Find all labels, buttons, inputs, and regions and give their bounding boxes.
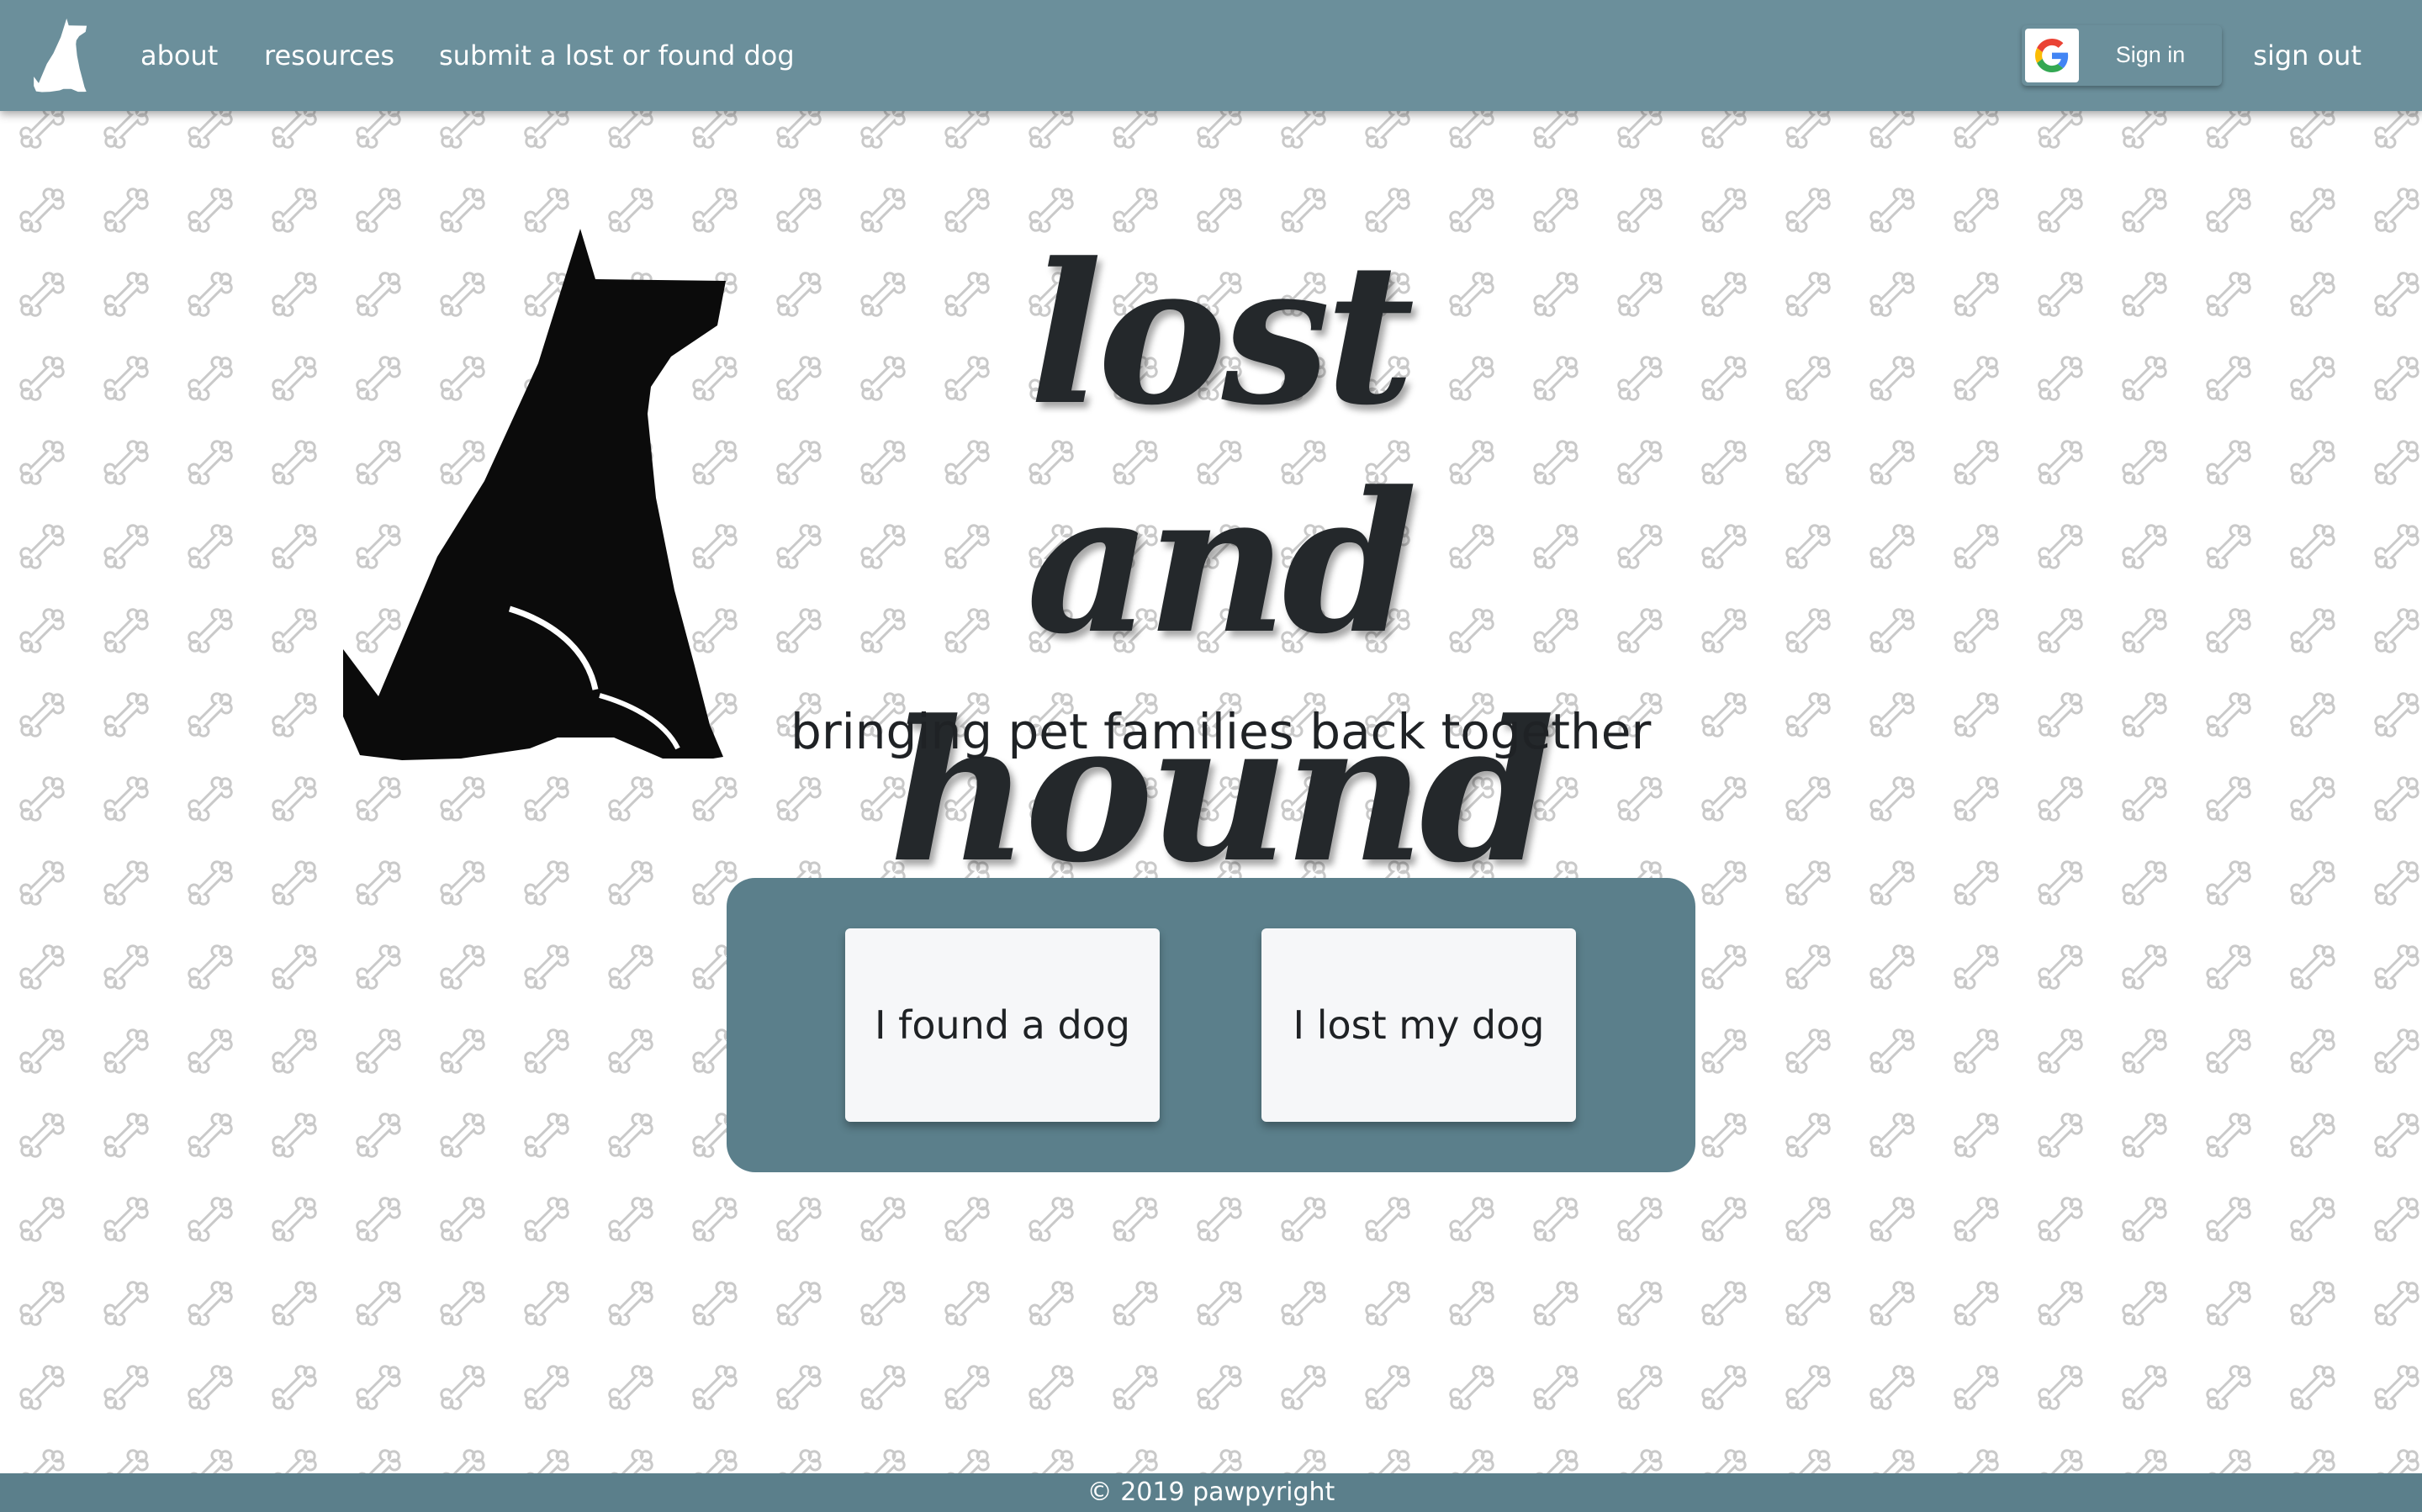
hero-tagline: bringing pet families back together [791, 703, 1652, 760]
nav-link-submit[interactable]: submit a lost or found dog [439, 0, 795, 111]
nav-link-resources[interactable]: resources [264, 0, 394, 111]
google-sign-in-label: Sign in [2115, 42, 2186, 67]
dog-silhouette-icon [34, 19, 87, 93]
nav-link-about[interactable]: about [140, 0, 218, 111]
footer: © 2019 pawpyright [0, 1473, 2422, 1512]
hero-title-line-1: lost and [1026, 221, 1417, 677]
home-logo-link[interactable] [34, 19, 87, 93]
hero-title: lost and hound [833, 220, 1606, 907]
footer-copyright: © 2019 pawpyright [1087, 1478, 1335, 1507]
google-sign-in-button[interactable]: Sign in [2022, 25, 2222, 86]
google-g-icon [2035, 39, 2069, 72]
lost-dog-button[interactable]: I lost my dog [1261, 928, 1576, 1122]
google-icon-container [2025, 29, 2079, 82]
nav-link-sign-out[interactable]: sign out [2253, 0, 2361, 111]
found-dog-button[interactable]: I found a dog [845, 928, 1160, 1122]
action-panel: I found a dog I lost my dog [727, 878, 1695, 1172]
top-navbar: about resources submit a lost or found d… [0, 0, 2422, 111]
dog-silhouette-icon [343, 229, 726, 760]
